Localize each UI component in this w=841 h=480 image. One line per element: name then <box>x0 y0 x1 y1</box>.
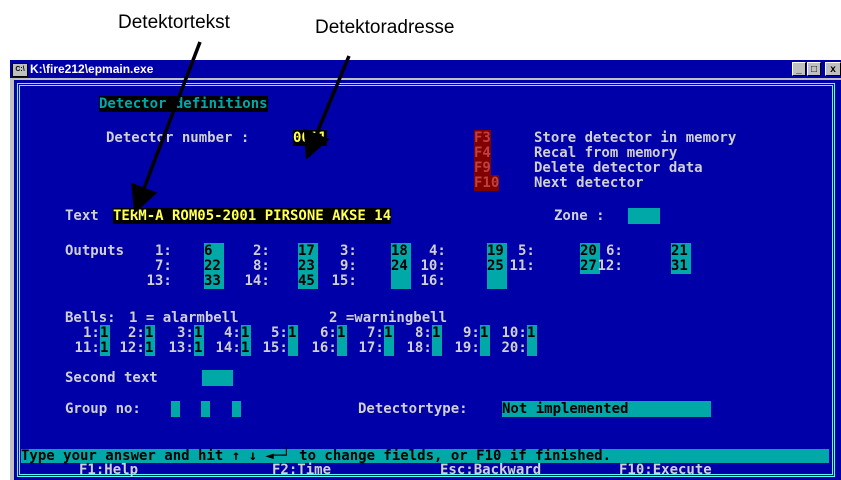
arrow-to-detector-number <box>303 55 351 160</box>
arrow-to-text-field <box>131 41 202 214</box>
annotation-arrows <box>131 41 351 214</box>
